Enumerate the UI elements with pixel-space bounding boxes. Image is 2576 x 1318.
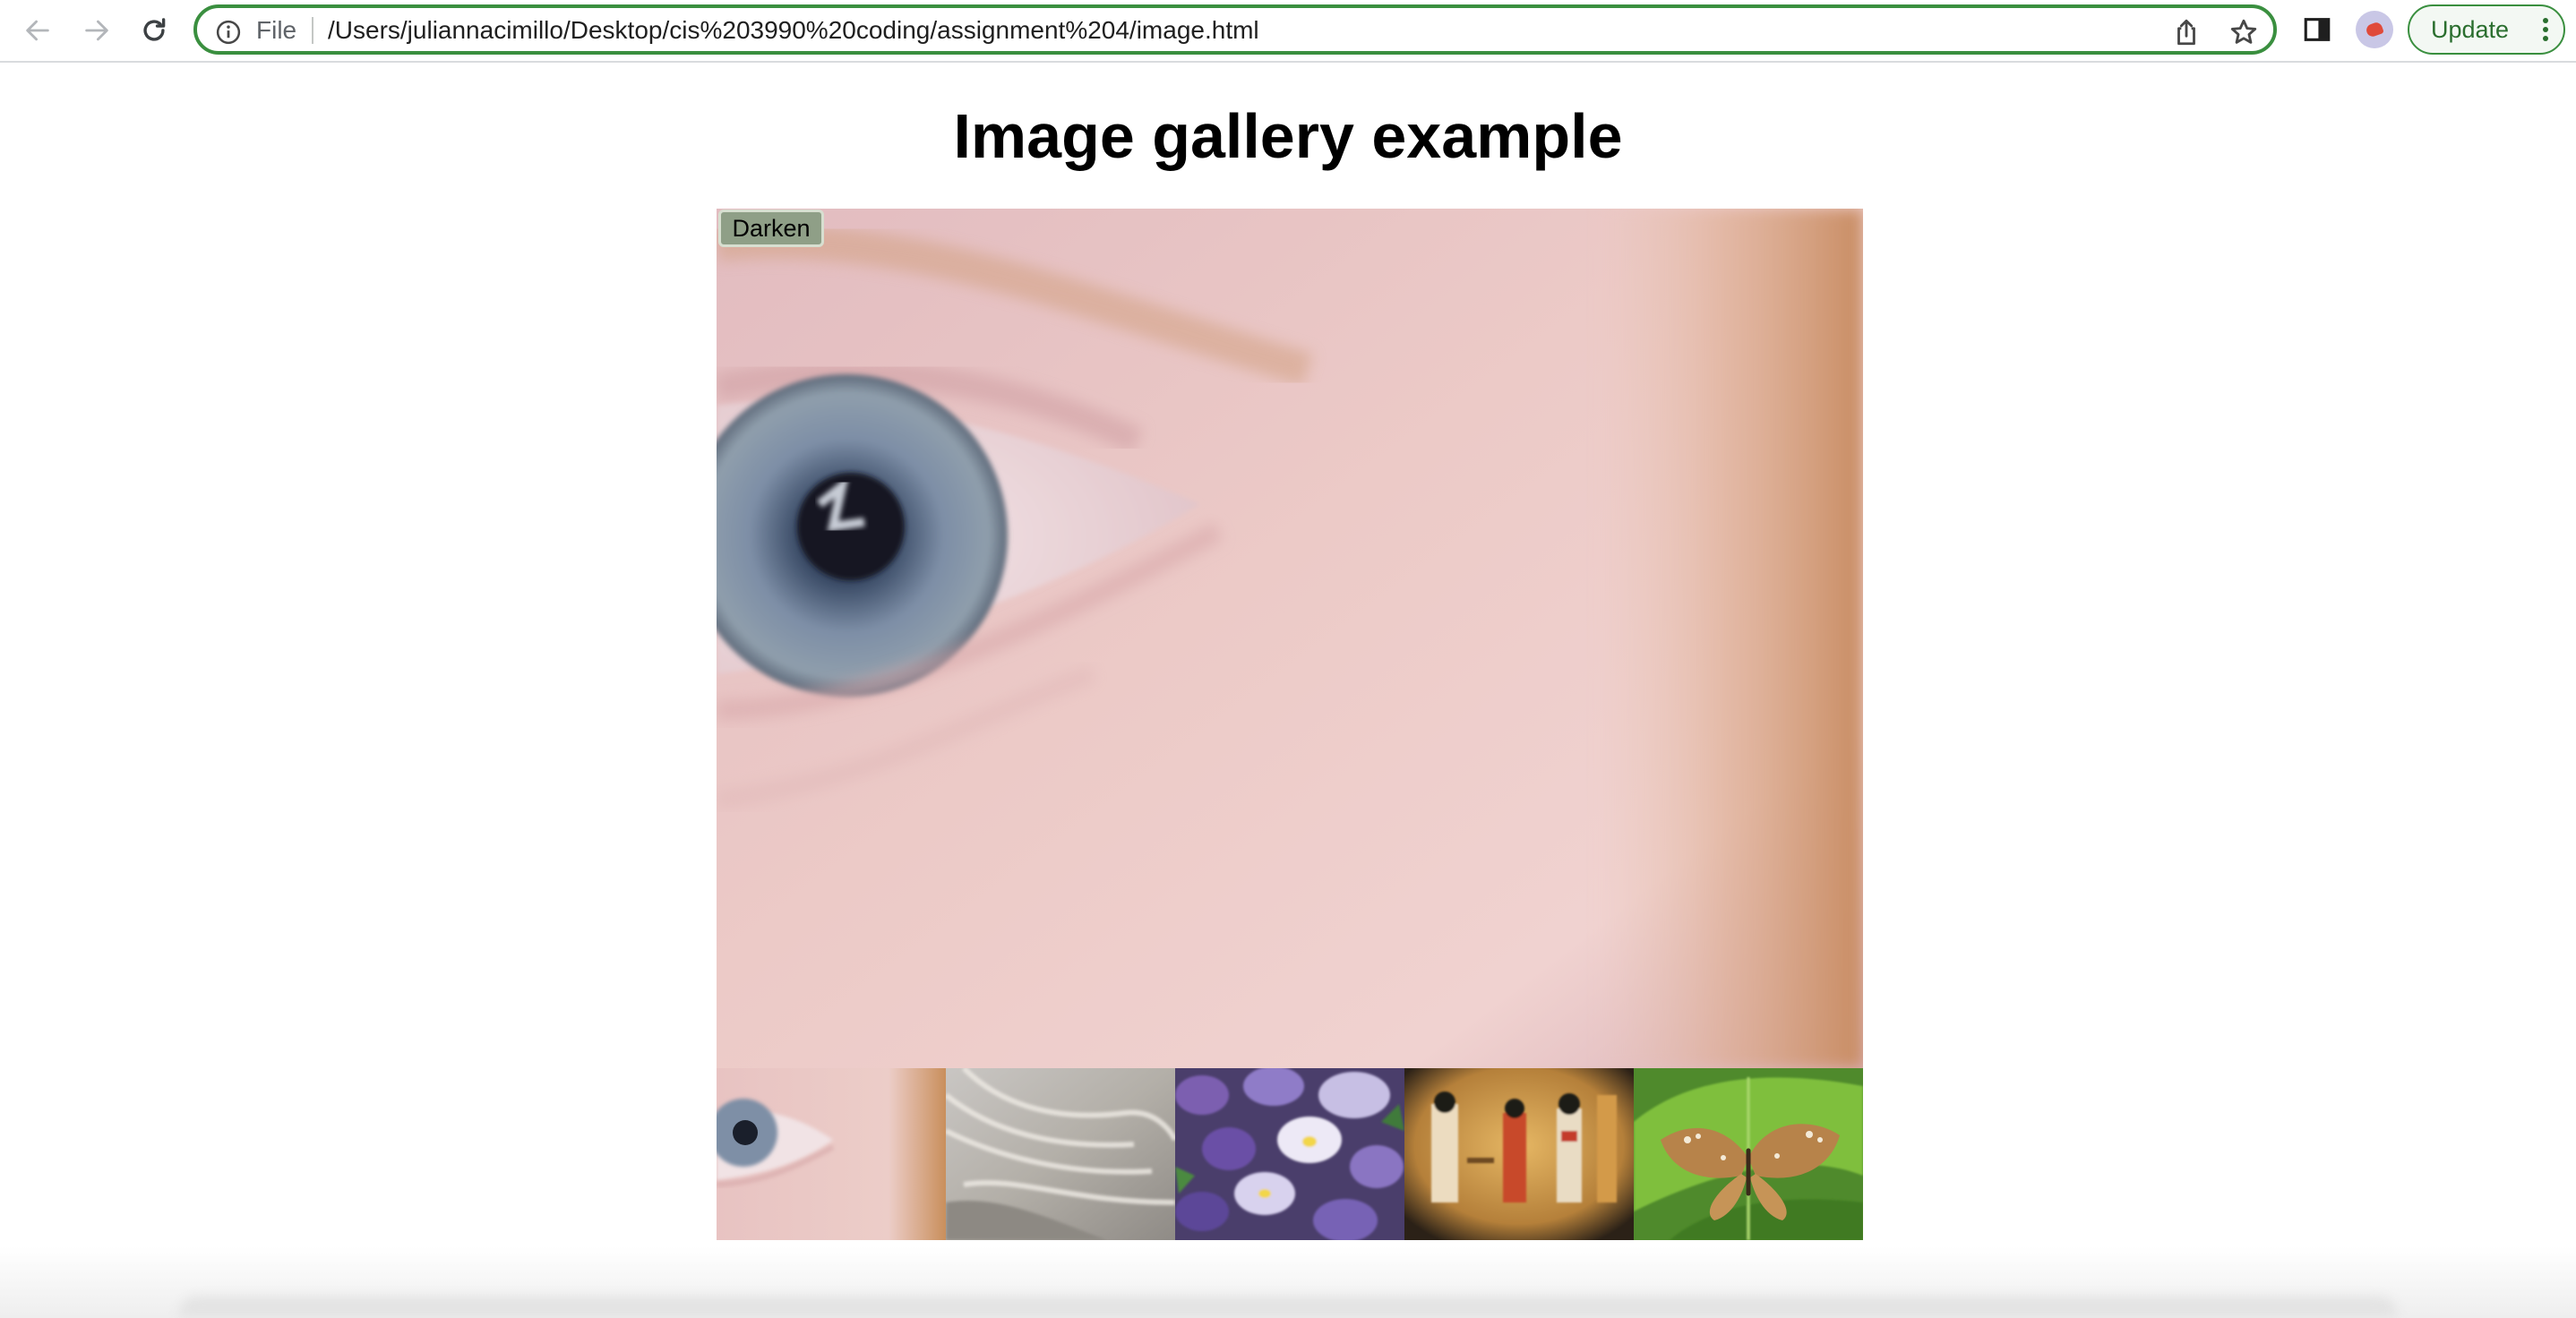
more-vert-icon[interactable]	[2542, 17, 2549, 42]
update-button[interactable]: Update	[2408, 4, 2565, 55]
arrow-left-icon	[26, 20, 49, 41]
url-text[interactable]: /Users/juliannacimillo/Desktop/cis%20399…	[328, 16, 1259, 45]
displayed-image	[717, 209, 1863, 1068]
update-label: Update	[2431, 15, 2510, 43]
rock-thumbnail[interactable]	[946, 1068, 1175, 1240]
reload-button[interactable]	[134, 11, 174, 50]
side-panel-icon[interactable]	[2302, 14, 2332, 45]
reload-icon	[143, 18, 166, 41]
share-icon[interactable]	[2171, 17, 2202, 47]
forward-button[interactable]	[77, 11, 116, 50]
scheme-label: File	[256, 16, 297, 44]
flowers-thumbnail[interactable]	[1175, 1068, 1404, 1240]
page-title: Image gallery example	[953, 101, 1623, 171]
butterfly-thumbnail[interactable]	[1634, 1068, 1863, 1240]
egypt-thumbnail[interactable]	[1404, 1068, 1634, 1240]
profile-avatar[interactable]	[2356, 11, 2393, 48]
omnibox-divider	[312, 17, 313, 44]
thumbnail-bar	[717, 1068, 1863, 1240]
star-icon[interactable]	[2228, 17, 2259, 47]
back-button[interactable]	[18, 11, 57, 50]
darken-button[interactable]: Darken	[718, 210, 824, 247]
arrow-right-icon	[85, 20, 108, 41]
bird-icon	[2365, 21, 2384, 39]
browser-toolbar: File /Users/juliannacimillo/Desktop/cis%…	[0, 0, 2576, 63]
address-bar[interactable]: File /Users/juliannacimillo/Desktop/cis%…	[193, 4, 2277, 55]
info-icon[interactable]	[215, 19, 242, 46]
eye-thumbnail[interactable]	[717, 1068, 946, 1240]
window-bottom-shadow	[179, 1297, 2397, 1318]
